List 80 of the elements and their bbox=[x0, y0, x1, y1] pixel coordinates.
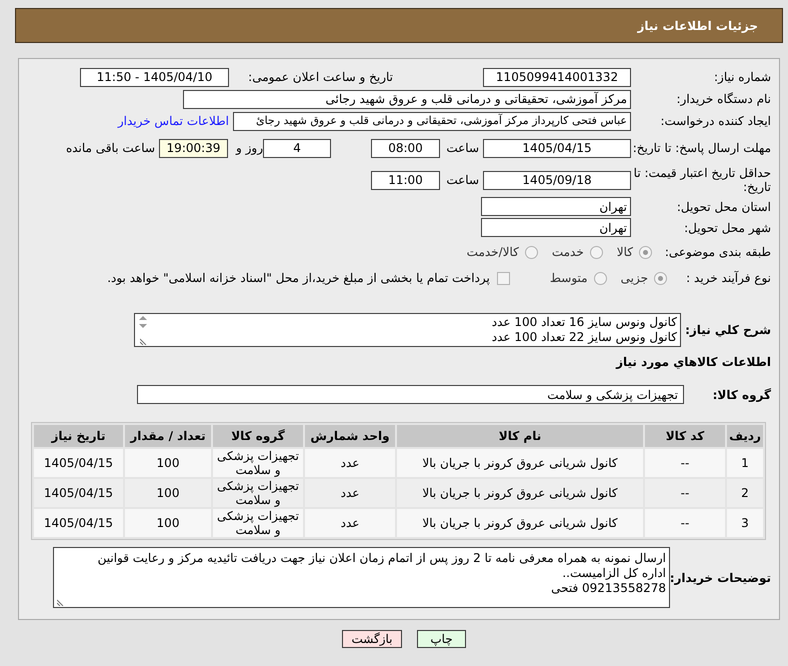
table-cell: 2 bbox=[727, 479, 763, 507]
buyer-org-field[interactable]: مرکز آموزشی، تحقیقاتی و درمانی قلب و عروق شهید رجائی bbox=[183, 90, 631, 108]
deadline-date-field[interactable]: 1405/04/15 bbox=[483, 138, 631, 158]
section-title: اطلاعات کالاهاي مورد نياز bbox=[616, 354, 771, 371]
table-cell: کانول شریانی عروق کرونر با جریان بالا bbox=[397, 509, 643, 537]
radio-button[interactable] bbox=[524, 246, 538, 258]
field-label: مهلت ارسال پاسخ: تا تاریخ: bbox=[632, 141, 771, 155]
print-button[interactable]: چاپ bbox=[417, 630, 466, 648]
page-title: جزئیات اطلاعات نیاز bbox=[637, 18, 758, 34]
field-label: توضیحات خریدار: bbox=[670, 570, 771, 586]
table-cell: -- bbox=[645, 509, 725, 537]
requester-field[interactable]: عباس فتحی کارپرداز مرکز آموزشی، تحقیقاتی و درمانی قلب و عروق شهید رجائ bbox=[233, 112, 631, 130]
table-cell: 1405/04/15 bbox=[34, 449, 123, 477]
contact-link[interactable]: اطلاعات تماس خریدار bbox=[118, 112, 229, 130]
table-cell: -- bbox=[645, 479, 725, 507]
field-label: حداقل تاریخ اعتبار قیمت: تا تاریخ: bbox=[632, 166, 771, 194]
radio-label: متوسط bbox=[550, 270, 588, 287]
column-header: واحد شمارش bbox=[305, 425, 395, 447]
field-label: شرح کلي نياز: bbox=[684, 322, 771, 339]
province-field[interactable]: تهران bbox=[481, 197, 631, 216]
table-cell: 1 bbox=[727, 449, 763, 477]
field-label: ساعت باقی مانده bbox=[64, 140, 156, 157]
table-cell: 100 bbox=[125, 449, 211, 477]
field-label: روز و bbox=[234, 140, 263, 157]
radio-button[interactable] bbox=[654, 272, 667, 284]
field-label: شماره نیاز: bbox=[713, 69, 771, 86]
table-cell: 1405/04/15 bbox=[34, 509, 123, 537]
column-header: تعداد / مقدار bbox=[125, 425, 211, 447]
table-cell: عدد bbox=[305, 449, 395, 477]
table-cell: -- bbox=[645, 449, 725, 477]
scroll-arrows-icon[interactable] bbox=[138, 315, 148, 329]
table-cell: عدد bbox=[305, 509, 395, 537]
validity-time-field[interactable]: 11:00 bbox=[371, 170, 440, 190]
radio-label: کالا bbox=[616, 244, 633, 261]
validity-date-field[interactable]: 1405/09/18 bbox=[483, 170, 631, 190]
table-cell: تجهیزات پزشکی و سلامت bbox=[213, 479, 303, 507]
radio-button[interactable] bbox=[594, 272, 607, 284]
table-cell: عدد bbox=[305, 479, 395, 507]
field-label: تاریخ و ساعت اعلان عمومی: bbox=[247, 69, 393, 86]
field-label: شهر محل تحویل: bbox=[683, 220, 771, 236]
description-textarea[interactable]: کانول ونوس سایز 16 تعداد 100 عدد کانول ونوس سایز 22 تعداد 100 عدد bbox=[134, 313, 681, 347]
goods-group-field[interactable]: تجهیزات پزشکی و سلامت bbox=[137, 385, 684, 404]
table-cell: تجهیزات پزشکی و سلامت bbox=[213, 509, 303, 537]
days-left-field[interactable]: 4 bbox=[263, 138, 331, 158]
radio-label: کالا/خدمت bbox=[466, 244, 519, 261]
field-label: گروه کالا: bbox=[712, 386, 771, 404]
column-header: نام کالا bbox=[397, 425, 643, 447]
column-header: گروه کالا bbox=[213, 425, 303, 447]
checkbox-label: پرداخت تمام یا بخشی از مبلغ خرید،از محل "اسناد خزانه اسلامی" خواهد بود. bbox=[107, 270, 490, 287]
table-cell: 1405/04/15 bbox=[34, 479, 123, 507]
back-button[interactable]: بازگشت bbox=[342, 630, 402, 648]
time-left-field[interactable]: 19:00:39 bbox=[159, 138, 228, 158]
column-header: تاریخ نیاز bbox=[34, 425, 123, 447]
table-cell: 3 bbox=[727, 509, 763, 537]
radio-label: جزیی bbox=[620, 270, 648, 287]
field-label: ساعت bbox=[445, 140, 480, 157]
table-cell: کانول شریانی عروق کرونر با جریان بالا bbox=[397, 479, 643, 507]
resize-grip-icon[interactable] bbox=[140, 338, 146, 345]
radio-label: خدمت bbox=[552, 244, 584, 261]
table-cell: 100 bbox=[125, 479, 211, 507]
field-label: نوع فرآیند خرید : bbox=[685, 270, 771, 287]
table-cell: 100 bbox=[125, 509, 211, 537]
table-cell: کانول شریانی عروق کرونر با جریان بالا bbox=[397, 449, 643, 477]
column-header: کد کالا bbox=[645, 425, 725, 447]
deadline-time-field[interactable]: 08:00 bbox=[371, 138, 440, 158]
need-number-field[interactable]: 1105099414001332 bbox=[483, 68, 631, 86]
field-label: استان محل تحویل: bbox=[676, 198, 771, 216]
column-header: ردیف bbox=[727, 425, 763, 447]
field-label: طبقه بندی موضوعی: bbox=[664, 244, 771, 261]
radio-button[interactable] bbox=[639, 246, 652, 258]
radio-button[interactable] bbox=[590, 246, 603, 258]
table-cell: تجهیزات پزشکی و سلامت bbox=[213, 449, 303, 477]
notes-textarea[interactable]: ارسال نمونه به همراه معرفی نامه تا 2 روز پس از اتمام زمان اعلان نیاز جهت دریافت تائیدیه مرکز و رعایت قوانین اداره کل الزامیست.. 09213558278 فتحی bbox=[53, 547, 670, 608]
resize-grip-icon[interactable] bbox=[56, 599, 64, 606]
field-label: نام دستگاه خریدار: bbox=[676, 91, 771, 108]
checkbox[interactable] bbox=[496, 272, 510, 284]
field-label: ایجاد کننده درخواست: bbox=[659, 113, 771, 130]
announce-date-field[interactable]: 1405/04/10 - 11:50 bbox=[80, 68, 229, 86]
city-field[interactable]: تهران bbox=[481, 218, 631, 237]
field-label: ساعت bbox=[445, 172, 480, 189]
